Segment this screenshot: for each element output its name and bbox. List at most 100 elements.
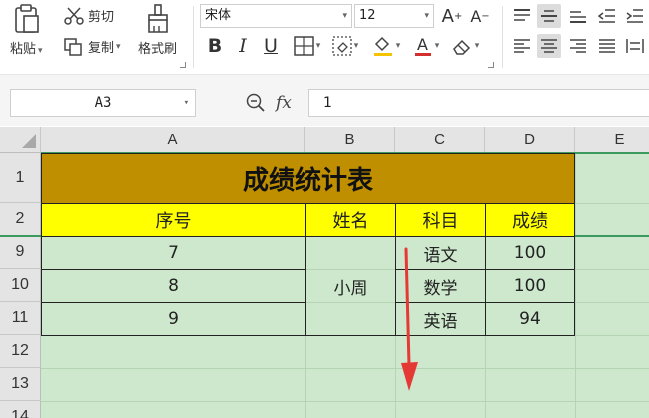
column-header-b[interactable]: B	[305, 127, 395, 153]
table-cell-seq[interactable]: 8	[41, 269, 306, 303]
shrink-font-button[interactable]: A −	[468, 4, 492, 28]
scissors-icon	[64, 6, 84, 25]
align-right-button[interactable]	[566, 34, 590, 58]
paste-button[interactable]: 粘贴 ▾	[10, 4, 43, 57]
distributed-button[interactable]	[623, 34, 647, 58]
row-header-11[interactable]: 11	[0, 302, 41, 335]
underline-label: U	[264, 35, 278, 57]
fill-color-button[interactable]: ▾	[368, 34, 404, 58]
align-center-icon	[541, 39, 557, 53]
font-size-select[interactable]: 12 ▾	[354, 4, 434, 28]
table-cell-score[interactable]: 94	[485, 302, 575, 336]
distributed-icon	[626, 39, 644, 53]
header-cell-seq[interactable]: 序号	[41, 203, 306, 237]
chevron-down-icon[interactable]: ▾	[116, 42, 121, 52]
row-header-2[interactable]: 2	[0, 203, 41, 236]
paste-label: 粘贴	[10, 42, 37, 57]
italic-button[interactable]: I	[232, 34, 254, 58]
bold-label: B	[207, 35, 223, 57]
divider	[193, 6, 194, 68]
table-cell-seq[interactable]: 9	[41, 302, 306, 336]
justify-button[interactable]	[595, 34, 619, 58]
cell-reference: A3	[94, 95, 112, 111]
align-bottom-icon	[570, 11, 586, 23]
insert-function-button[interactable]: fx	[276, 93, 292, 113]
indent-icon	[626, 9, 643, 23]
chevron-down-icon[interactable]: ▾	[316, 41, 321, 51]
cut-button[interactable]: 剪切	[64, 6, 114, 25]
table-cell-seq[interactable]: 7	[41, 236, 306, 270]
align-middle-button[interactable]	[537, 4, 561, 28]
chevron-down-icon[interactable]: ▾	[475, 41, 480, 51]
column-header-d[interactable]: D	[485, 127, 575, 153]
formula-icons: fx	[246, 91, 292, 115]
border-button[interactable]: ▾	[290, 34, 324, 58]
copy-button[interactable]: 复制 ▾	[64, 37, 121, 56]
merged-name-cell[interactable]: 小周	[305, 236, 396, 336]
zoom-icon[interactable]	[246, 93, 266, 113]
font-name-value: 宋体	[205, 8, 232, 23]
ribbon-toolbar: 粘贴 ▾ 剪切 复制 ▾ 格式刷 宋体 ▾ 12 ▾ A + A − B I U…	[0, 0, 649, 74]
align-left-button[interactable]	[510, 34, 534, 58]
row-header-13[interactable]: 13	[0, 368, 41, 401]
row-header-10[interactable]: 10	[0, 269, 41, 302]
decrease-indent-button[interactable]	[595, 4, 619, 28]
align-top-icon	[514, 9, 530, 21]
divider	[502, 6, 503, 68]
sheet-title: 成绩统计表	[242, 166, 373, 196]
increase-indent-button[interactable]	[623, 4, 647, 28]
font-color-button[interactable]: A ▾	[408, 34, 444, 58]
font-group-launcher[interactable]	[488, 62, 494, 68]
clipboard-icon	[15, 4, 40, 33]
svg-text:A: A	[417, 35, 428, 54]
eraser-icon	[452, 39, 470, 55]
align-bottom-button[interactable]	[566, 4, 590, 28]
column-header-e[interactable]: E	[575, 127, 649, 153]
font-name-select[interactable]: 宋体 ▾	[200, 4, 352, 28]
table-cell-score[interactable]: 100	[485, 236, 575, 270]
chevron-down-icon[interactable]: ▾	[184, 90, 189, 116]
clipboard-group-launcher[interactable]	[180, 62, 186, 68]
align-right-icon	[570, 39, 586, 53]
chevron-down-icon[interactable]: ▾	[342, 5, 347, 27]
gridline	[41, 368, 649, 369]
chevron-down-icon[interactable]: ▾	[38, 46, 43, 56]
sheet-title-cell[interactable]: 成绩统计表	[41, 153, 575, 204]
chevron-down-icon[interactable]: ▾	[396, 41, 401, 51]
chevron-down-icon[interactable]: ▾	[435, 41, 440, 51]
underline-button[interactable]: U	[260, 34, 282, 58]
column-header-c[interactable]: C	[395, 127, 485, 153]
header-cell-subject[interactable]: 科目	[395, 203, 486, 237]
copy-label: 复制	[88, 41, 115, 56]
name-box[interactable]: A3 ▾	[10, 89, 196, 117]
cell-style-button[interactable]: ▾	[328, 34, 362, 58]
column-header-a[interactable]: A	[41, 127, 305, 153]
select-all-button[interactable]	[0, 127, 41, 153]
chevron-down-icon[interactable]: ▾	[354, 41, 359, 51]
grow-font-button[interactable]: A +	[440, 4, 464, 28]
row-header-1[interactable]: 1	[0, 153, 41, 203]
header-cell-score[interactable]: 成绩	[485, 203, 575, 237]
spreadsheet-grid[interactable]: A B C D E 1 2 9 10 11 12 13 14 成绩统计表 序号 …	[0, 127, 649, 418]
align-left-icon	[514, 39, 530, 53]
formula-input[interactable]: 1	[308, 89, 649, 117]
align-center-button[interactable]	[537, 34, 561, 58]
table-cell-score[interactable]: 100	[485, 269, 575, 303]
format-painter-button[interactable]: 格式刷	[138, 4, 177, 57]
paint-bucket-icon	[373, 36, 392, 56]
row-header-9[interactable]: 9	[0, 236, 41, 269]
align-top-button[interactable]	[510, 4, 534, 28]
chevron-down-icon[interactable]: ▾	[424, 5, 429, 27]
select-all-icon	[22, 134, 36, 148]
font-color-icon: A	[414, 35, 431, 56]
bold-button[interactable]: B	[204, 34, 226, 58]
formula-bar: A3 ▾ fx 1	[0, 74, 649, 126]
grid-style-icon	[332, 36, 352, 56]
font-size-value: 12	[359, 8, 376, 23]
header-cell-name[interactable]: 姓名	[305, 203, 396, 237]
row-header-12[interactable]: 12	[0, 335, 41, 368]
italic-label: I	[239, 35, 247, 57]
row-header-14[interactable]: 14	[0, 401, 41, 418]
clear-format-button[interactable]: ▾	[448, 34, 482, 58]
brush-icon	[147, 4, 168, 33]
